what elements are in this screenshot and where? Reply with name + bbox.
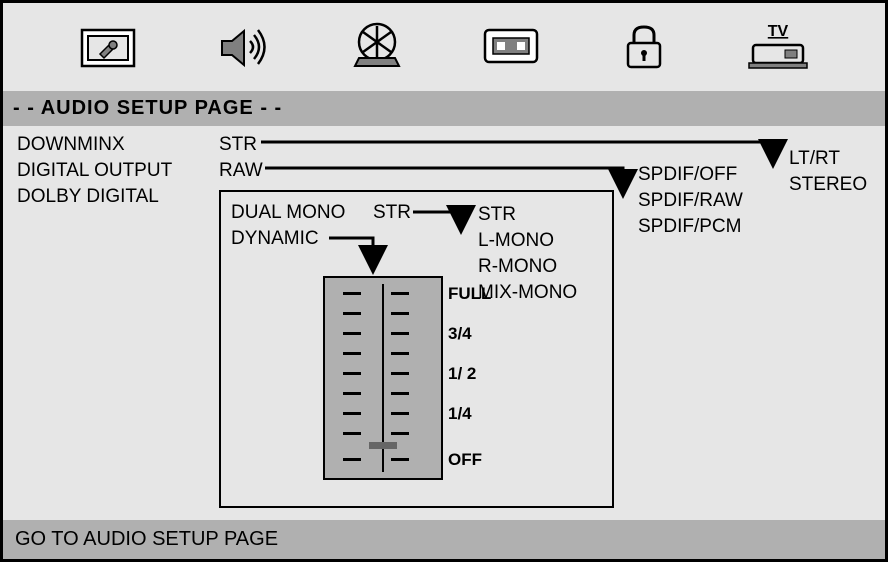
slider-tick [391,432,409,435]
option-r-mono[interactable]: R-MONO [478,254,577,280]
slider-label-1-2: 1/ 2 [448,364,476,384]
menu-value-digital-output: RAW [219,158,263,184]
slider-label-1-4: 1/4 [448,404,472,424]
tab-video[interactable] [337,17,417,77]
page-title-bar: - - AUDIO SETUP PAGE - - [3,91,885,126]
tab-preference[interactable] [471,17,551,77]
slider-tick [391,458,409,461]
top-icon-bar: TV [3,3,885,91]
option-stereo[interactable]: STEREO [789,172,867,198]
option-str[interactable]: STR [478,202,577,228]
slider-tick [343,412,361,415]
dual-mono-label[interactable]: DUAL MONO [231,202,345,224]
option-spdif-raw[interactable]: SPDIF/RAW [638,188,743,214]
menu-item-dolby-digital[interactable]: DOLBY DIGITAL [17,184,172,210]
slider-thumb[interactable] [369,442,397,449]
tab-lock[interactable] [604,17,684,77]
option-spdif-pcm[interactable]: SPDIF/PCM [638,214,743,240]
slider-tick [343,332,361,335]
dual-mono-options: STR L-MONO R-MONO MIX-MONO [478,202,577,306]
downmix-options: LT/RT STEREO [789,146,867,198]
content-area: DOWNMINX DIGITAL OUTPUT DOLBY DIGITAL ST… [3,126,885,516]
slider-tick [343,432,361,435]
speaker-icon [214,23,272,71]
menu-item-digital-output[interactable]: DIGITAL OUTPUT [17,158,172,184]
slider-tick [391,312,409,315]
option-mix-mono[interactable]: MIX-MONO [478,280,577,306]
dynamic-slider[interactable] [323,276,443,480]
option-l-mono[interactable]: L-MONO [478,228,577,254]
svg-text:TV: TV [768,23,789,40]
slider-tick [391,412,409,415]
slider-tick [343,292,361,295]
tv-icon: TV [747,23,809,71]
tab-general[interactable] [70,17,150,77]
option-lt-rt[interactable]: LT/RT [789,146,867,172]
wrench-screen-icon [80,24,140,70]
dual-mono-value: STR [373,202,411,224]
footer-hint-bar: GO TO AUDIO SETUP PAGE [3,520,885,559]
menu-values: STR RAW [219,132,263,184]
slider-tick [343,352,361,355]
preference-screen-icon [481,26,541,68]
slider-tick [343,458,361,461]
slider-label-3-4: 3/4 [448,324,472,344]
film-reel-icon [349,22,405,72]
audio-setup-screen: TV - - AUDIO SETUP PAGE - - DOWNMINX DIG… [0,0,888,562]
tab-audio[interactable] [203,17,283,77]
lock-icon [622,23,666,71]
page-title: - - AUDIO SETUP PAGE - - [13,97,282,119]
slider-tick [343,372,361,375]
slider-tick [391,332,409,335]
digital-output-options: SPDIF/OFF SPDIF/RAW SPDIF/PCM [638,162,743,240]
menu-labels: DOWNMINX DIGITAL OUTPUT DOLBY DIGITAL [17,132,172,210]
slider-tick [343,312,361,315]
slider-tick [391,372,409,375]
footer-hint: GO TO AUDIO SETUP PAGE [15,528,278,550]
slider-tick [391,292,409,295]
slider-label-off: OFF [448,450,482,470]
dynamic-label[interactable]: DYNAMIC [231,228,319,250]
slider-label-full: FULL [448,284,491,304]
menu-value-downmix: STR [219,132,263,158]
slider-tick [391,352,409,355]
slider-tick [343,392,361,395]
slider-tick [391,392,409,395]
tab-tv[interactable]: TV [738,17,818,77]
option-spdif-off[interactable]: SPDIF/OFF [638,162,743,188]
menu-item-downmix[interactable]: DOWNMINX [17,132,172,158]
